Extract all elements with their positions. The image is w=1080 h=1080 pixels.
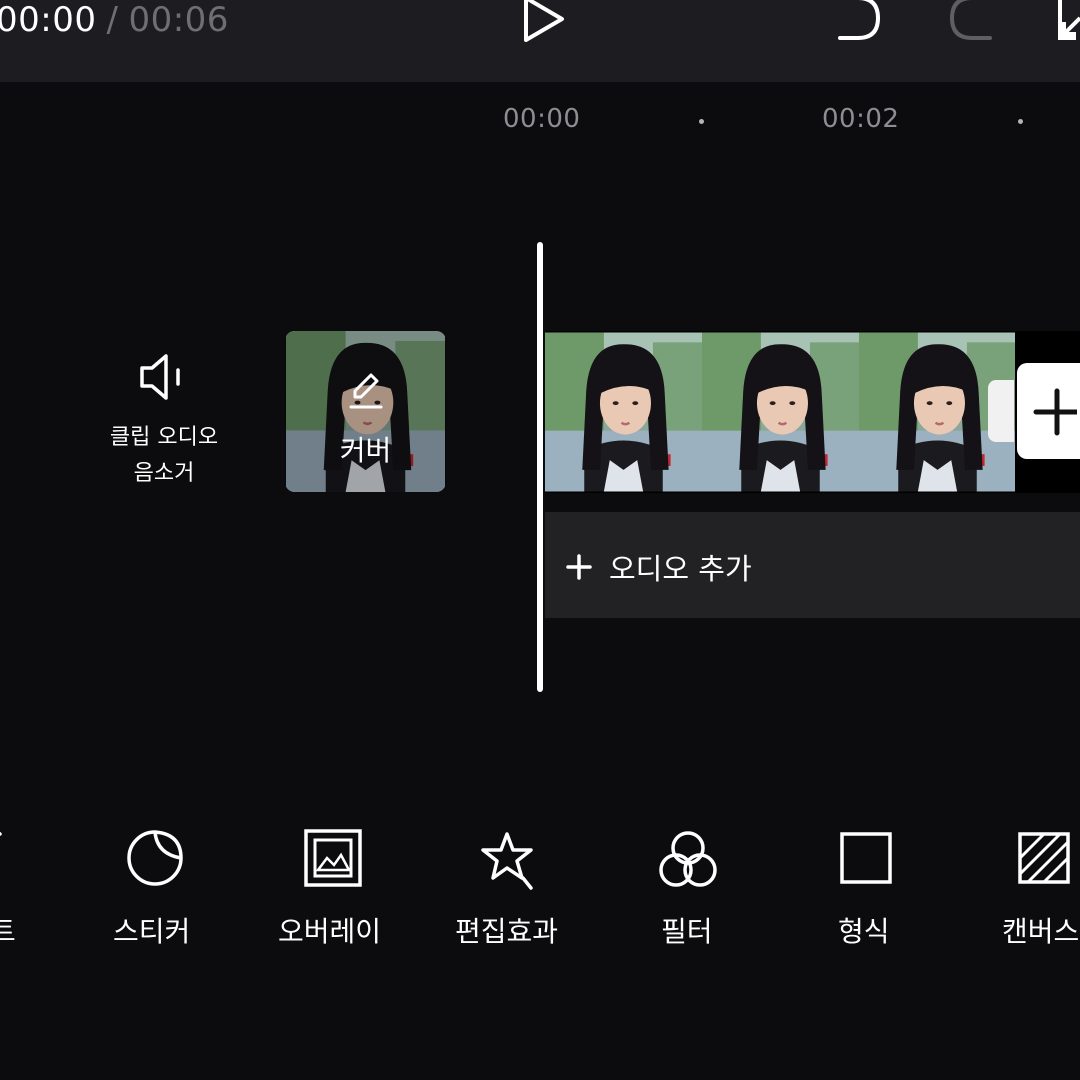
ruler-label-1: 00:02 bbox=[822, 104, 900, 134]
mute-clip-audio-button[interactable]: 클립 오디오 음소거 bbox=[84, 352, 244, 492]
text-icon bbox=[0, 832, 2, 836]
toolbar-item-canvas[interactable] bbox=[959, 828, 1080, 888]
toolbar-label-overlay: 오버레이 bbox=[278, 915, 382, 948]
playhead[interactable] bbox=[537, 242, 543, 692]
toolbar-label-sticker: 스티커 bbox=[113, 915, 191, 948]
mute-clip-audio-label: 클립 오디오 음소거 bbox=[109, 425, 219, 486]
redo-icon[interactable] bbox=[946, 0, 994, 44]
overlay-icon bbox=[304, 829, 362, 887]
toolbar-label-effects: 편집효과 bbox=[455, 915, 559, 948]
toolbar-item-sticker[interactable] bbox=[70, 828, 240, 888]
toolbar-label-format: 형식 bbox=[838, 915, 890, 948]
top-bar: 00:00/00:06 bbox=[0, 0, 1080, 82]
time-separator: / bbox=[106, 0, 119, 40]
toolbar-item-format[interactable] bbox=[781, 828, 951, 888]
filter-icon bbox=[659, 831, 717, 887]
total-time: 00:06 bbox=[128, 0, 229, 40]
sticker-icon bbox=[127, 830, 183, 886]
plus-icon bbox=[1033, 388, 1080, 436]
canvas-icon bbox=[1018, 832, 1070, 884]
speaker-icon bbox=[140, 354, 180, 400]
toolbar-label-text: 트 bbox=[0, 915, 16, 948]
play-icon[interactable] bbox=[520, 0, 568, 44]
pencil-icon bbox=[349, 373, 383, 409]
video-frame bbox=[702, 331, 859, 493]
current-time: 00:00 bbox=[0, 0, 97, 40]
clip-trim-handle[interactable] bbox=[988, 380, 1014, 442]
audio-track[interactable]: 오디오 추가 bbox=[545, 512, 1080, 618]
fullscreen-icon[interactable] bbox=[1056, 0, 1080, 44]
ruler-label-0: 00:00 bbox=[503, 104, 581, 134]
add-clip-button[interactable] bbox=[1017, 363, 1080, 459]
cover-label: 커버 bbox=[339, 434, 392, 467]
video-clip-track[interactable] bbox=[545, 331, 1015, 493]
plus-icon bbox=[566, 554, 592, 580]
cover-button[interactable]: 커버 bbox=[285, 331, 446, 492]
toolbar-label-filter: 필터 bbox=[661, 915, 713, 948]
toolbar-label-canvas: 캔버스 bbox=[1002, 915, 1080, 948]
toolbar-item-filter[interactable] bbox=[603, 828, 773, 892]
add-audio-button[interactable]: 오디오 추가 bbox=[565, 546, 752, 588]
video-frame bbox=[545, 331, 702, 493]
ruler-dot bbox=[1018, 119, 1023, 124]
time-display: 00:00/00:06 bbox=[0, 0, 229, 40]
toolbar-item-effects[interactable] bbox=[424, 828, 594, 892]
toolbar-item-overlay[interactable] bbox=[248, 828, 418, 888]
add-audio-label: 오디오 추가 bbox=[609, 552, 752, 586]
ruler-dot bbox=[699, 119, 704, 124]
undo-icon[interactable] bbox=[836, 0, 884, 44]
effects-icon bbox=[481, 832, 533, 890]
format-icon bbox=[840, 832, 892, 884]
